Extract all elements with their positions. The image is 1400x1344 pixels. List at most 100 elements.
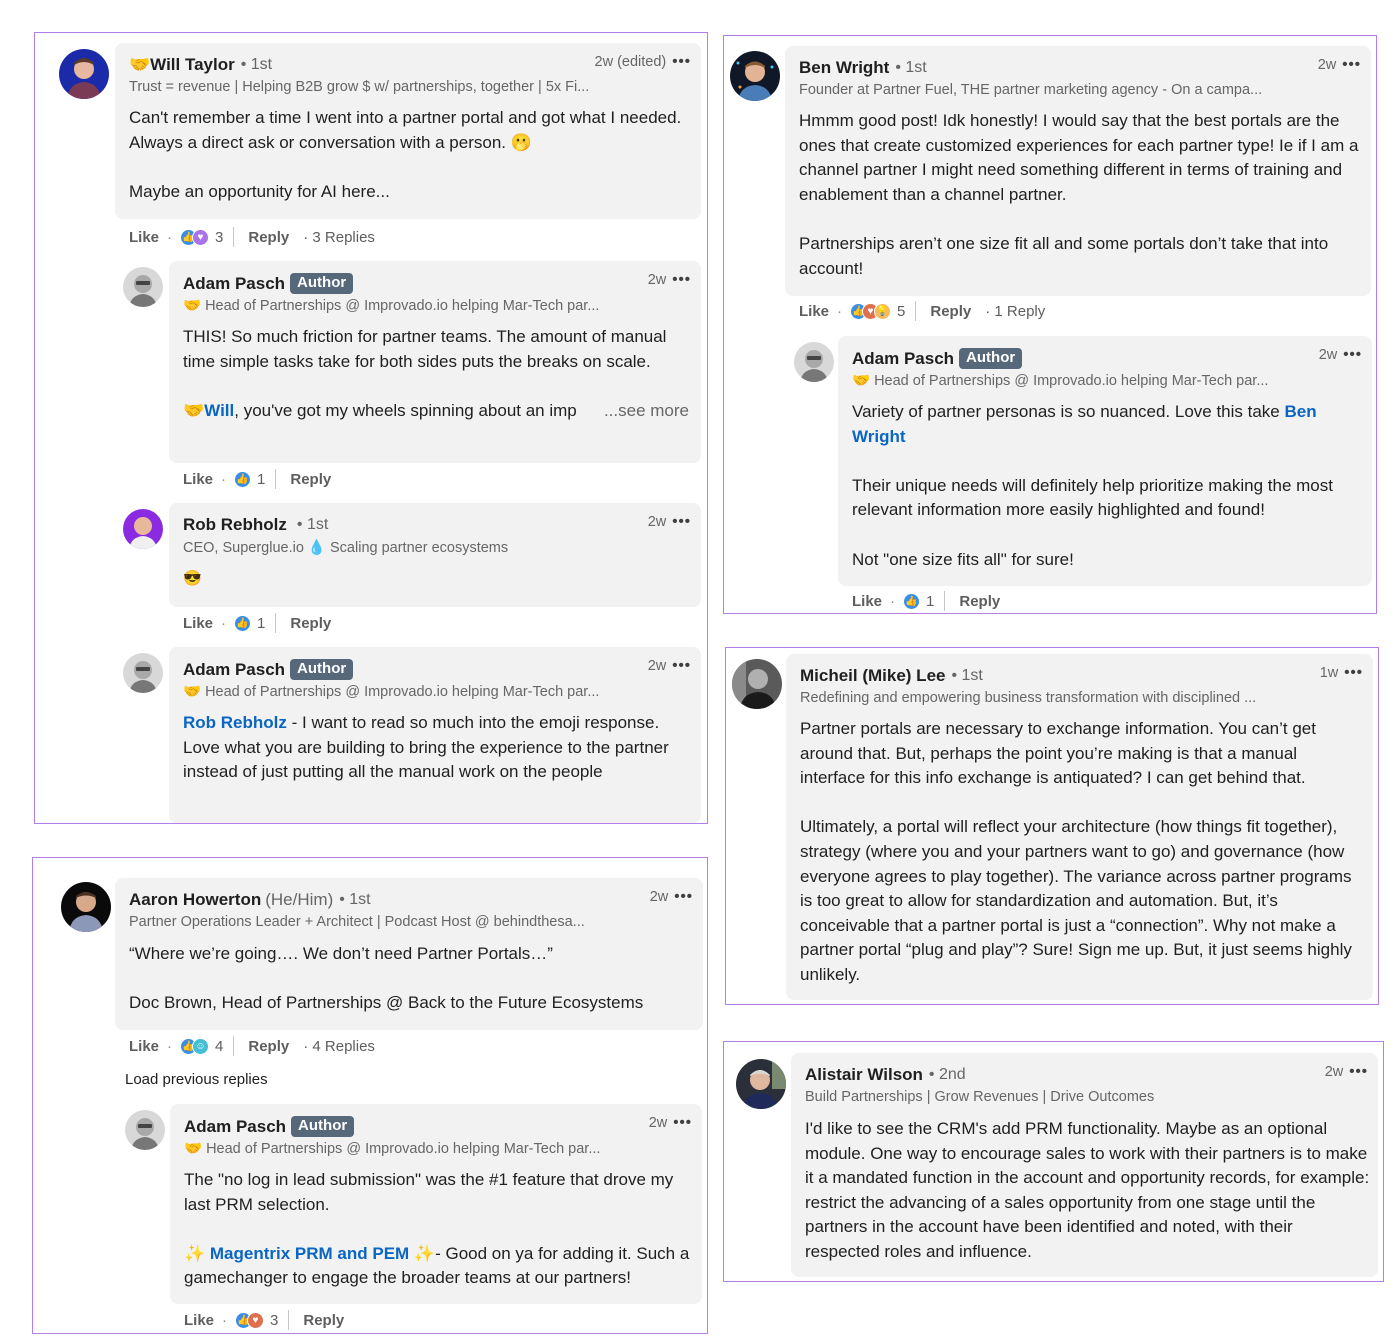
reaction-count[interactable]: 4 bbox=[215, 1038, 223, 1055]
commenter-name[interactable]: Micheil (Mike) Lee bbox=[800, 666, 945, 686]
more-options-icon[interactable]: ••• bbox=[1349, 1063, 1368, 1080]
like-button[interactable]: Like bbox=[799, 303, 829, 320]
more-options-icon[interactable]: ••• bbox=[672, 513, 691, 530]
commenter-name[interactable]: Adam Pasch bbox=[184, 1117, 286, 1137]
like-button[interactable]: Like bbox=[852, 593, 882, 610]
like-button[interactable]: Like bbox=[184, 1312, 214, 1329]
avatar-rob-rebholz[interactable] bbox=[123, 509, 163, 549]
reactions-summary[interactable]: 👍 ♥ bbox=[180, 228, 210, 246]
more-options-icon[interactable]: ••• bbox=[672, 53, 691, 70]
profile-photo-icon bbox=[125, 1110, 165, 1150]
load-previous-replies-link[interactable]: Load previous replies bbox=[125, 1071, 268, 1088]
reply-bubble: Adam Pasch Author 🤝 Head of Partnerships… bbox=[170, 1104, 702, 1304]
commenter-name[interactable]: Will Taylor bbox=[150, 55, 235, 75]
reactions-summary[interactable]: 👍 ☺ bbox=[180, 1037, 210, 1055]
commenter-name[interactable]: Aaron Howerton bbox=[129, 890, 261, 910]
commenter-name[interactable]: Ben Wright bbox=[799, 58, 889, 78]
reply-button[interactable]: Reply bbox=[248, 1038, 289, 1055]
avatar-will-taylor[interactable] bbox=[59, 49, 109, 99]
replies-link[interactable]: · 1 Reply bbox=[985, 303, 1045, 320]
replies-link[interactable]: · 4 Replies bbox=[303, 1038, 375, 1055]
mention-link[interactable]: Will bbox=[204, 401, 234, 420]
comment-paragraph: Their unique needs will definitely help … bbox=[852, 475, 1333, 520]
comment-paragraph: ✨ Magentrix PRM and PEM ✨- Good on ya fo… bbox=[184, 1242, 690, 1291]
reactions-summary[interactable]: 👍 bbox=[234, 614, 252, 632]
reaction-count[interactable]: 1 bbox=[257, 471, 265, 488]
commenter-name[interactable]: Adam Pasch bbox=[183, 274, 285, 294]
more-options-icon[interactable]: ••• bbox=[674, 888, 693, 905]
divider bbox=[915, 301, 917, 321]
avatar-adam-pasch[interactable] bbox=[123, 267, 163, 307]
comment-paragraph: Doc Brown, Head of Partnerships @ Back t… bbox=[129, 993, 644, 1013]
reaction-count[interactable]: 5 bbox=[897, 303, 905, 320]
divider bbox=[233, 1036, 235, 1056]
comment-body: “Where we’re going…. We don’t need Partn… bbox=[129, 942, 689, 1016]
commenter-name[interactable]: Alistair Wilson bbox=[805, 1065, 923, 1085]
see-more-link[interactable]: ...see more bbox=[595, 398, 689, 424]
reactions-summary[interactable]: 👍 ♥ bbox=[235, 1311, 265, 1329]
commenter-name[interactable]: Adam Pasch bbox=[183, 660, 285, 680]
reply-button[interactable]: Reply bbox=[248, 229, 289, 246]
reactions-summary[interactable]: 👍 bbox=[903, 592, 921, 610]
reactions-summary[interactable]: 👍 bbox=[234, 470, 252, 488]
separator-dot: · bbox=[167, 1037, 173, 1055]
comment-time: 2w bbox=[647, 271, 667, 288]
avatar-alistair-wilson[interactable] bbox=[736, 1059, 786, 1109]
divider bbox=[275, 613, 277, 633]
comment-paragraph: Not "one size fits all" for sure! bbox=[852, 549, 1074, 569]
reaction-count[interactable]: 3 bbox=[215, 229, 223, 246]
mention-link[interactable]: Rob Rebholz bbox=[183, 713, 287, 732]
more-options-icon[interactable]: ••• bbox=[672, 271, 691, 288]
replies-link[interactable]: · 3 Replies bbox=[303, 229, 375, 246]
commenter-name[interactable]: Adam Pasch bbox=[852, 349, 954, 369]
reaction-count[interactable]: 1 bbox=[926, 593, 934, 610]
commenter-name[interactable]: Rob Rebholz bbox=[183, 515, 287, 535]
reaction-count[interactable]: 1 bbox=[257, 615, 265, 632]
separator-dot: · bbox=[221, 614, 227, 632]
comment-actions: Like · 👍 1 Reply bbox=[852, 591, 1000, 611]
thread-alistair-wilson: Alistair Wilson • 2nd Build Partnerships… bbox=[723, 1041, 1384, 1282]
comment-paragraph: Ultimately, a portal will reflect your a… bbox=[800, 817, 1352, 984]
funny-reaction-icon: ☺ bbox=[192, 1037, 210, 1055]
mention-link[interactable]: Magentrix PRM and PEM bbox=[210, 1244, 409, 1263]
like-button[interactable]: Like bbox=[183, 471, 213, 488]
avatar-aaron-howerton[interactable] bbox=[61, 882, 111, 932]
reply-bubble: Rob Rebholz • 1st CEO, Superglue.io 💧 Sc… bbox=[169, 503, 701, 607]
profile-photo-icon bbox=[59, 49, 109, 99]
more-options-icon[interactable]: ••• bbox=[1344, 664, 1363, 681]
reactions-summary[interactable]: 👍 ♥ 💡 bbox=[850, 302, 892, 320]
comment-actions: Like · 👍 ☺ 4 Reply · 4 Replies bbox=[129, 1036, 375, 1056]
comment-actions: Like · 👍 1 Reply bbox=[183, 469, 331, 489]
like-button[interactable]: Like bbox=[183, 615, 213, 632]
reaction-count[interactable]: 3 bbox=[270, 1312, 278, 1329]
profile-photo-icon bbox=[123, 267, 163, 307]
avatar-adam-pasch[interactable] bbox=[125, 1110, 165, 1150]
avatar-ben-wright[interactable] bbox=[730, 51, 780, 101]
reply-button[interactable]: Reply bbox=[303, 1312, 344, 1329]
divider bbox=[233, 227, 235, 247]
divider bbox=[275, 469, 277, 489]
comment-body: Rob Rebholz - I want to read so much int… bbox=[183, 711, 693, 785]
reply-button[interactable]: Reply bbox=[290, 615, 331, 632]
like-button[interactable]: Like bbox=[129, 1038, 159, 1055]
separator-dot: · bbox=[222, 1311, 228, 1329]
avatar-mike-lee[interactable] bbox=[732, 659, 782, 709]
more-options-icon[interactable]: ••• bbox=[1343, 346, 1362, 363]
comment-time: 2w bbox=[1318, 346, 1338, 363]
comment-paragraph: THIS! So much friction for partner teams… bbox=[183, 327, 667, 371]
avatar-adam-pasch[interactable] bbox=[123, 653, 163, 693]
comment-paragraph: Maybe an opportunity for AI here... bbox=[129, 181, 390, 201]
separator-dot: · bbox=[837, 302, 843, 320]
avatar-adam-pasch[interactable] bbox=[794, 342, 834, 382]
reply-button[interactable]: Reply bbox=[290, 471, 331, 488]
profile-photo-icon bbox=[123, 653, 163, 693]
reply-button[interactable]: Reply bbox=[930, 303, 971, 320]
profile-photo-icon bbox=[732, 659, 782, 709]
like-button[interactable]: Like bbox=[129, 229, 159, 246]
love-reaction-icon: ♥ bbox=[247, 1311, 265, 1329]
more-options-icon[interactable]: ••• bbox=[673, 1114, 692, 1131]
more-options-icon[interactable]: ••• bbox=[672, 657, 691, 674]
more-options-icon[interactable]: ••• bbox=[1342, 56, 1361, 73]
reply-button[interactable]: Reply bbox=[959, 593, 1000, 610]
